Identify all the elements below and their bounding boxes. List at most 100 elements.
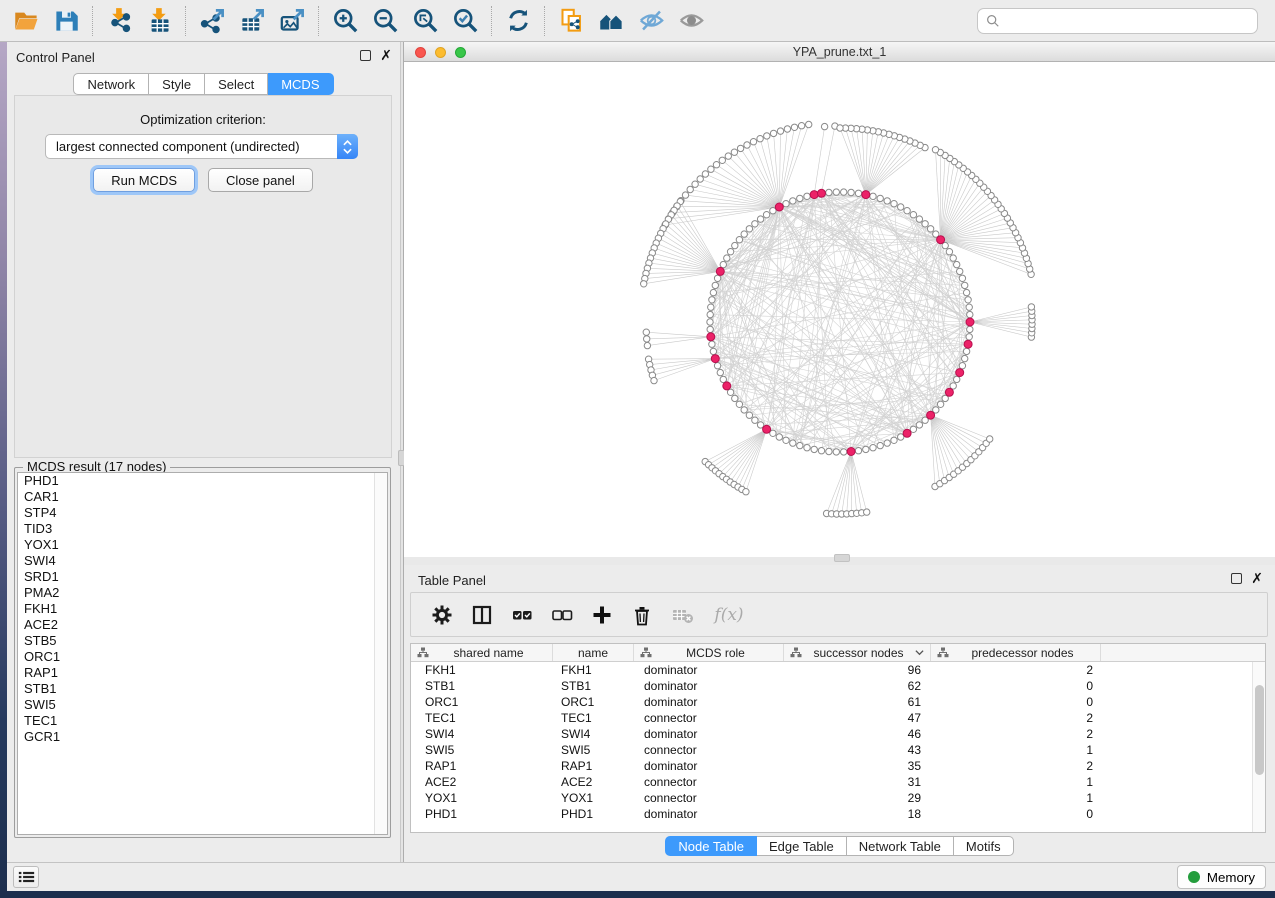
search-input[interactable]	[1006, 14, 1249, 29]
table-row[interactable]: TEC1TEC1connector472	[411, 710, 1265, 726]
memory-button[interactable]: Memory	[1177, 865, 1266, 889]
mcds-result-item[interactable]: YOX1	[18, 537, 387, 553]
mcds-result-item[interactable]: SWI5	[18, 697, 387, 713]
column-header-MCDS-role[interactable]: MCDS role	[634, 644, 784, 661]
apply-layout-button[interactable]	[498, 3, 538, 39]
mcds-result-list: PHD1CAR1STP4TID3YOX1SWI4SRD1PMA2FKH1ACE2…	[17, 472, 388, 835]
table-toolbar: f(x)	[410, 592, 1268, 637]
tab-select[interactable]: Select	[205, 73, 268, 95]
tab-network[interactable]: Network	[73, 73, 149, 95]
network-canvas[interactable]	[404, 62, 1275, 557]
clone-network-button[interactable]	[551, 3, 591, 39]
sort-descending-icon	[915, 649, 924, 656]
table-row[interactable]: ACE2ACE2connector311	[411, 774, 1265, 790]
run-mcds-button[interactable]: Run MCDS	[93, 168, 195, 192]
select-all-checkboxes-button[interactable]	[507, 598, 537, 632]
mcds-list-scrollbar[interactable]	[374, 473, 387, 834]
table-scrollbar[interactable]	[1252, 662, 1265, 832]
mcds-result-item[interactable]: FKH1	[18, 601, 387, 617]
zoom-fit-button[interactable]	[405, 3, 445, 39]
tab-node-table[interactable]: Node Table	[665, 836, 757, 856]
export-table-button[interactable]	[232, 3, 272, 39]
zoom-in-icon	[332, 7, 359, 34]
column-header-name[interactable]: name	[553, 644, 634, 661]
mcds-result-item[interactable]: STP4	[18, 505, 387, 521]
tab-network-table[interactable]: Network Table	[847, 836, 954, 856]
close-table-panel-icon[interactable]: ✗	[1251, 573, 1263, 584]
zoom-in-button[interactable]	[325, 3, 365, 39]
tab-mcds[interactable]: MCDS	[268, 73, 333, 95]
table-row[interactable]: YOX1YOX1connector291	[411, 790, 1265, 806]
hide-selected-icon	[638, 7, 665, 34]
import-network-button[interactable]	[99, 3, 139, 39]
table-row[interactable]: SWI5SWI5connector431	[411, 742, 1265, 758]
table-options-gear-button[interactable]	[427, 598, 457, 632]
table-scrollbar-thumb[interactable]	[1255, 685, 1264, 775]
zoom-fit-icon	[412, 7, 439, 34]
close-panel-icon[interactable]: ✗	[380, 50, 392, 61]
show-all-button[interactable]	[671, 3, 711, 39]
mcds-result-item[interactable]: RAP1	[18, 665, 387, 681]
mcds-result-item[interactable]: PMA2	[18, 585, 387, 601]
toolbar-separator	[544, 6, 545, 36]
column-header-successor-nodes[interactable]: successor nodes	[784, 644, 931, 661]
column-header-shared-name[interactable]: shared name	[411, 644, 553, 661]
table-tabs: Node TableEdge TableNetwork TableMotifs	[404, 836, 1275, 856]
import-table-button[interactable]	[139, 3, 179, 39]
mcds-result-item[interactable]: SWI4	[18, 553, 387, 569]
mcds-result-item[interactable]: ACE2	[18, 617, 387, 633]
float-table-panel-icon[interactable]	[1231, 573, 1242, 584]
show-columns-button[interactable]	[467, 598, 497, 632]
open-session-button[interactable]	[6, 3, 46, 39]
export-network-button[interactable]	[192, 3, 232, 39]
mcds-tab-content: Optimization criterion: largest connecte…	[14, 95, 392, 458]
close-panel-button[interactable]: Close panel	[208, 168, 313, 192]
mcds-result-item[interactable]: STB5	[18, 633, 387, 649]
tab-style[interactable]: Style	[149, 73, 205, 95]
tab-motifs[interactable]: Motifs	[954, 836, 1014, 856]
table-row[interactable]: PHD1PHD1dominator180	[411, 806, 1265, 822]
unselect-all-checkboxes-button[interactable]	[547, 598, 577, 632]
function-builder-button[interactable]: f(x)	[707, 598, 751, 632]
horizontal-splitter-grip[interactable]	[834, 554, 850, 562]
delete-table-button[interactable]	[667, 598, 697, 632]
control-panel: Control Panel ✗ NetworkStyleSelectMCDS O…	[7, 42, 400, 862]
mcds-result-item[interactable]: CAR1	[18, 489, 387, 505]
table-row[interactable]: RAP1RAP1dominator352	[411, 758, 1265, 774]
horizontal-splitter[interactable]	[404, 557, 1275, 565]
mcds-result-item[interactable]: GCR1	[18, 729, 387, 745]
criterion-dropdown[interactable]: largest connected component (undirected)	[45, 134, 358, 159]
table-row[interactable]: FKH1FKH1dominator962	[411, 662, 1265, 678]
show-all-icon	[678, 7, 705, 34]
table-row[interactable]: SWI4SWI4dominator462	[411, 726, 1265, 742]
memory-label: Memory	[1207, 870, 1255, 885]
zoom-selected-button[interactable]	[445, 3, 485, 39]
export-image-button[interactable]	[272, 3, 312, 39]
mcds-result-item[interactable]: STB1	[18, 681, 387, 697]
hide-selected-button[interactable]	[631, 3, 671, 39]
control-panel-titlebar: Control Panel ✗	[7, 42, 400, 70]
save-session-button[interactable]	[46, 3, 86, 39]
table-row[interactable]: ORC1ORC1dominator610	[411, 694, 1265, 710]
network-titlebar[interactable]: YPA_prune.txt_1	[404, 42, 1275, 62]
tab-edge-table[interactable]: Edge Table	[757, 836, 847, 856]
first-neighbors-icon	[598, 7, 625, 34]
mcds-result-item[interactable]: PHD1	[18, 473, 387, 489]
mcds-result-item[interactable]: TID3	[18, 521, 387, 537]
add-column-button[interactable]	[587, 598, 617, 632]
column-header-predecessor-nodes[interactable]: predecessor nodes	[931, 644, 1101, 661]
delete-column-button[interactable]	[627, 598, 657, 632]
export-table-icon	[239, 7, 266, 34]
mcds-result-item[interactable]: ORC1	[18, 649, 387, 665]
first-neighbors-button[interactable]	[591, 3, 631, 39]
zoom-out-button[interactable]	[365, 3, 405, 39]
float-panel-icon[interactable]	[360, 50, 371, 61]
mcds-result-fieldset: MCDS result (17 nodes) PHD1CAR1STP4TID3Y…	[14, 467, 391, 838]
network-graph[interactable]	[404, 62, 1275, 557]
mcds-result-item[interactable]: SRD1	[18, 569, 387, 585]
mcds-result-item[interactable]: TEC1	[18, 713, 387, 729]
table-row[interactable]: STB1STB1dominator620	[411, 678, 1265, 694]
unselect-all-checkboxes-icon	[551, 604, 573, 626]
task-history-button[interactable]	[13, 866, 39, 888]
search-box[interactable]	[977, 8, 1258, 34]
